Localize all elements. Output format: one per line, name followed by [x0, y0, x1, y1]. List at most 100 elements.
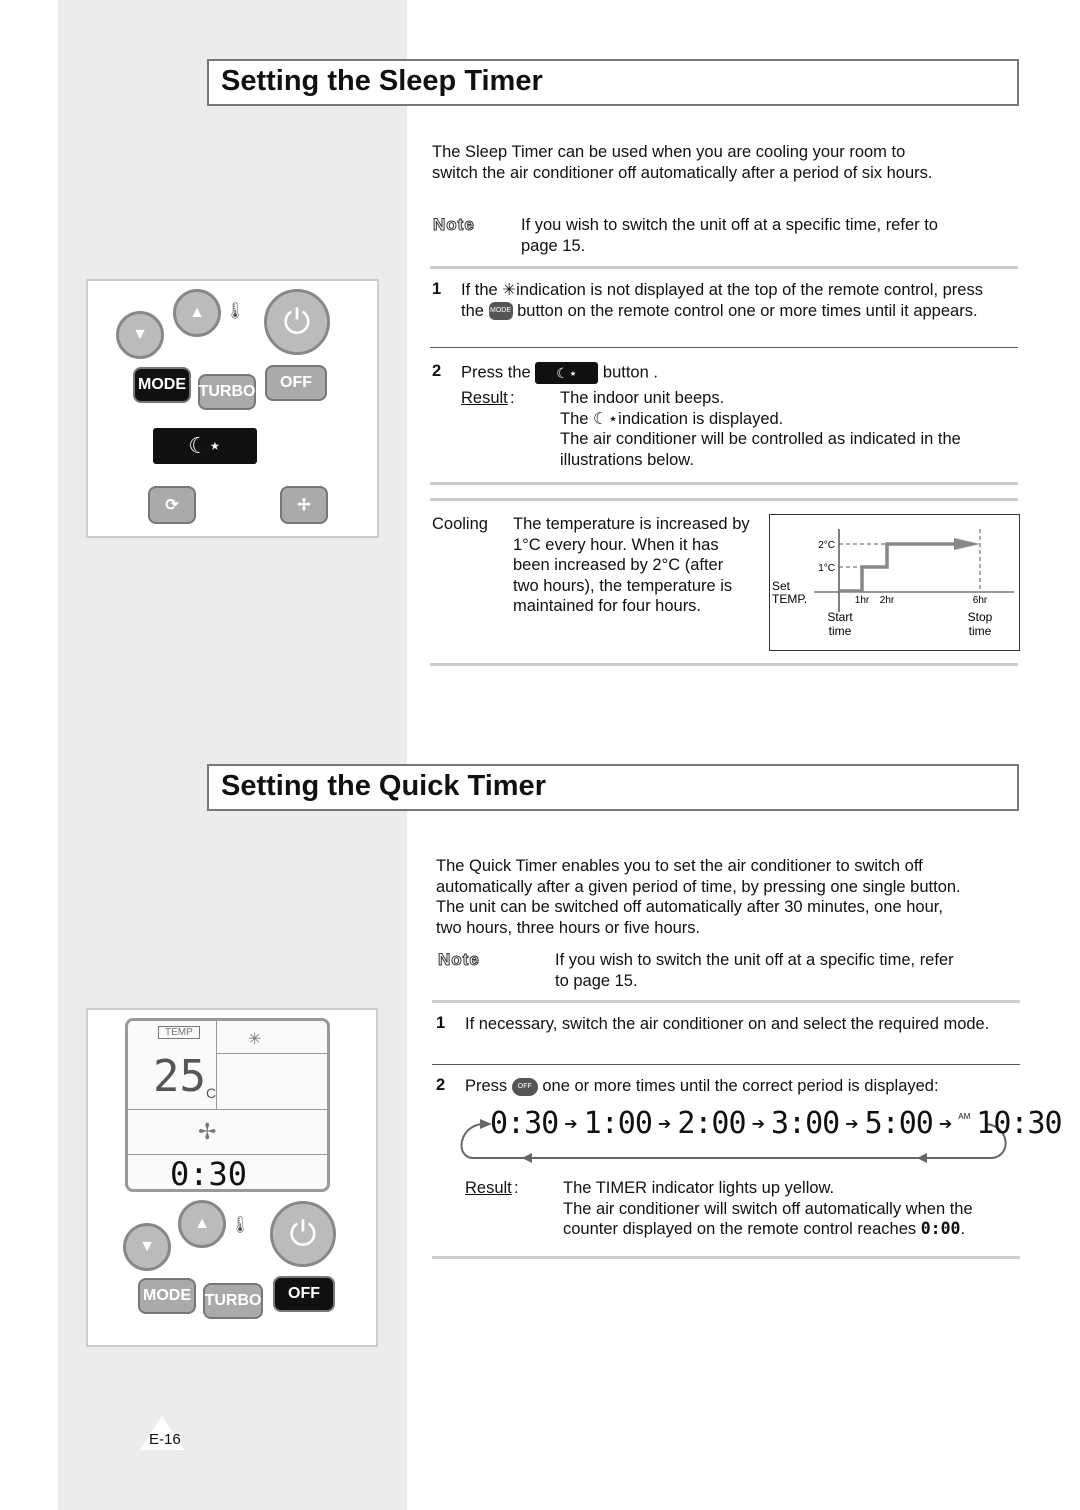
- thermometer-icon: 🌡: [225, 303, 246, 320]
- current-time: 10:30: [976, 1106, 1062, 1141]
- temp-up-button: ▲: [173, 289, 221, 337]
- sleep-timer-title: Setting the Sleep Timer: [207, 59, 1019, 106]
- remote-display: TEMP ✳ 25 C ✢ 0:30: [125, 1018, 330, 1193]
- divider: [430, 482, 1018, 485]
- result-line: The TIMER indicator lights up yellow.: [563, 1179, 835, 1197]
- step1-text-c: button on the remote control one or more…: [517, 301, 978, 320]
- note-label: Note: [438, 950, 480, 970]
- result-line: The air conditioner will be controlled a…: [560, 430, 961, 469]
- result-line: The indoor unit beeps.: [560, 389, 725, 407]
- divider: [430, 266, 1018, 269]
- x-label: 1hr: [855, 595, 870, 606]
- timer-display: 0:30: [170, 1155, 248, 1193]
- temp-label: TEMP.: [772, 592, 807, 606]
- page-number: E-16: [149, 1431, 181, 1448]
- quick-step1: If necessary, switch the air conditioner…: [465, 1015, 990, 1033]
- x-label: 2hr: [880, 595, 895, 606]
- remote-illustration-quick: TEMP ✳ 25 C ✢ 0:30 ▼ ▲ 🌡 ⏻ MODE TURBO OF…: [86, 1008, 378, 1347]
- divider: [430, 663, 1018, 666]
- step2-text-a: Press the: [461, 363, 531, 382]
- arrow-right-icon: ➔: [938, 1115, 953, 1133]
- turbo-button: TURBO: [198, 374, 256, 410]
- set-label: Set: [772, 579, 791, 593]
- step1-text-a: If the: [461, 281, 498, 299]
- temp-up-button: ▲: [178, 1200, 226, 1248]
- sleep-result: The indoor unit beeps. The ☾⋆indication …: [560, 388, 1000, 470]
- divider: [430, 347, 1018, 348]
- quick-note: If you wish to switch the unit off at a …: [555, 951, 954, 990]
- result-label: Result: [461, 389, 508, 407]
- divider: [432, 1256, 1020, 1259]
- divider: [430, 498, 1018, 501]
- divider: [432, 1064, 1020, 1065]
- arrow-right-icon: ➔: [564, 1115, 578, 1133]
- y-label: 2°C: [818, 540, 835, 551]
- arrow-right-icon: ➔: [845, 1115, 859, 1133]
- power-button: ⏻: [270, 1201, 336, 1267]
- arrow-right-icon: ➔: [751, 1115, 765, 1133]
- power-button: ⏻: [264, 289, 330, 355]
- sleep-button: ☾⋆: [153, 428, 257, 464]
- quick-step2: Press OFF one or more times until the co…: [465, 1076, 939, 1097]
- quick-result: The TIMER indicator lights up yellow. Th…: [563, 1178, 1008, 1240]
- am-label: AM: [958, 1112, 971, 1121]
- step-number: 1: [432, 280, 442, 298]
- sleep-intro: The Sleep Timer can be used when you are…: [432, 143, 933, 182]
- thermometer-icon: 🌡: [230, 1217, 251, 1234]
- temp-label: TEMP: [158, 1026, 200, 1039]
- timer-option: 0:30: [490, 1106, 559, 1141]
- start-label: Start: [827, 610, 853, 624]
- fan-icon: ✢: [198, 1119, 217, 1144]
- start-label: time: [829, 624, 852, 638]
- result-label: Result: [465, 1179, 512, 1197]
- timer-option: 2:00: [677, 1106, 746, 1141]
- result-line: indication is displayed.: [618, 409, 784, 428]
- step-number: 1: [436, 1014, 446, 1032]
- stop-label: time: [969, 624, 992, 638]
- mode-button-icon: MODE: [488, 302, 513, 321]
- note-label: Note: [433, 215, 475, 235]
- step-number: 2: [436, 1076, 446, 1094]
- timer-option: 3:00: [770, 1106, 840, 1141]
- arrow-right-icon: ➔: [657, 1115, 672, 1133]
- off-timer-button: OFF: [265, 365, 327, 401]
- quick-timer-title: Setting the Quick Timer: [207, 764, 1019, 811]
- timer-option: 5:00: [864, 1106, 934, 1141]
- sleep-step1: If the ✳indication is not displayed at t…: [461, 280, 1006, 321]
- remote-illustration-sleep: ▼ ▲ 🌡 ⏻ MODE TURBO OFF ☾⋆ ⟳ ✢: [86, 279, 379, 538]
- temp-value: 25: [153, 1051, 206, 1102]
- sleep-note: If you wish to switch the unit off at a …: [521, 216, 938, 255]
- step2-text-b: one or more times until the correct peri…: [542, 1077, 939, 1095]
- snowflake-icon: ✳: [502, 281, 517, 299]
- result-line: The air conditioner will switch off auto…: [563, 1199, 973, 1239]
- divider: [432, 1000, 1020, 1003]
- sleep-moon-icon: ☾⋆: [593, 409, 619, 428]
- step-number: 2: [432, 362, 442, 380]
- turbo-button: TURBO: [203, 1283, 263, 1319]
- snowflake-icon: ✳: [248, 1031, 262, 1048]
- sleep-step2: Press the ☾⋆ button .: [461, 362, 658, 384]
- zero-time: 0:00: [920, 1219, 961, 1238]
- sleep-button-icon: ☾⋆: [535, 362, 599, 384]
- fan-button: ✢: [280, 486, 328, 524]
- step2-text-b: button .: [602, 363, 658, 382]
- temp-unit: C: [206, 1085, 217, 1101]
- timer-sequence: 0:30 ➔ 1:00 ➔ 2:00 ➔ 3:00 ➔ 5:00 ➔ AM 10:30: [490, 1106, 1063, 1141]
- off-timer-button-icon: OFF: [511, 1077, 538, 1096]
- stop-label: Stop: [968, 610, 993, 624]
- swing-button: ⟳: [148, 486, 196, 524]
- cooling-text: The temperature is increased by 1°C ever…: [513, 515, 750, 615]
- timer-option: 1:00: [583, 1106, 653, 1141]
- quick-intro: The Quick Timer enables you to set the a…: [436, 857, 961, 937]
- temp-down-button: ▼: [116, 311, 164, 359]
- mode-button: MODE: [138, 1278, 196, 1314]
- temp-down-button: ▼: [123, 1223, 171, 1271]
- step2-text-a: Press: [465, 1077, 508, 1095]
- off-timer-button: OFF: [273, 1276, 335, 1312]
- y-label: 1°C: [818, 563, 835, 574]
- sleep-temperature-diagram: 2°C 1°C Set TEMP. 1hr 2hr 6hr Start time…: [769, 514, 1020, 651]
- mode-button: MODE: [133, 367, 191, 403]
- x-label: 6hr: [973, 595, 988, 606]
- cooling-label: Cooling: [432, 515, 488, 533]
- result-line: The: [560, 409, 589, 428]
